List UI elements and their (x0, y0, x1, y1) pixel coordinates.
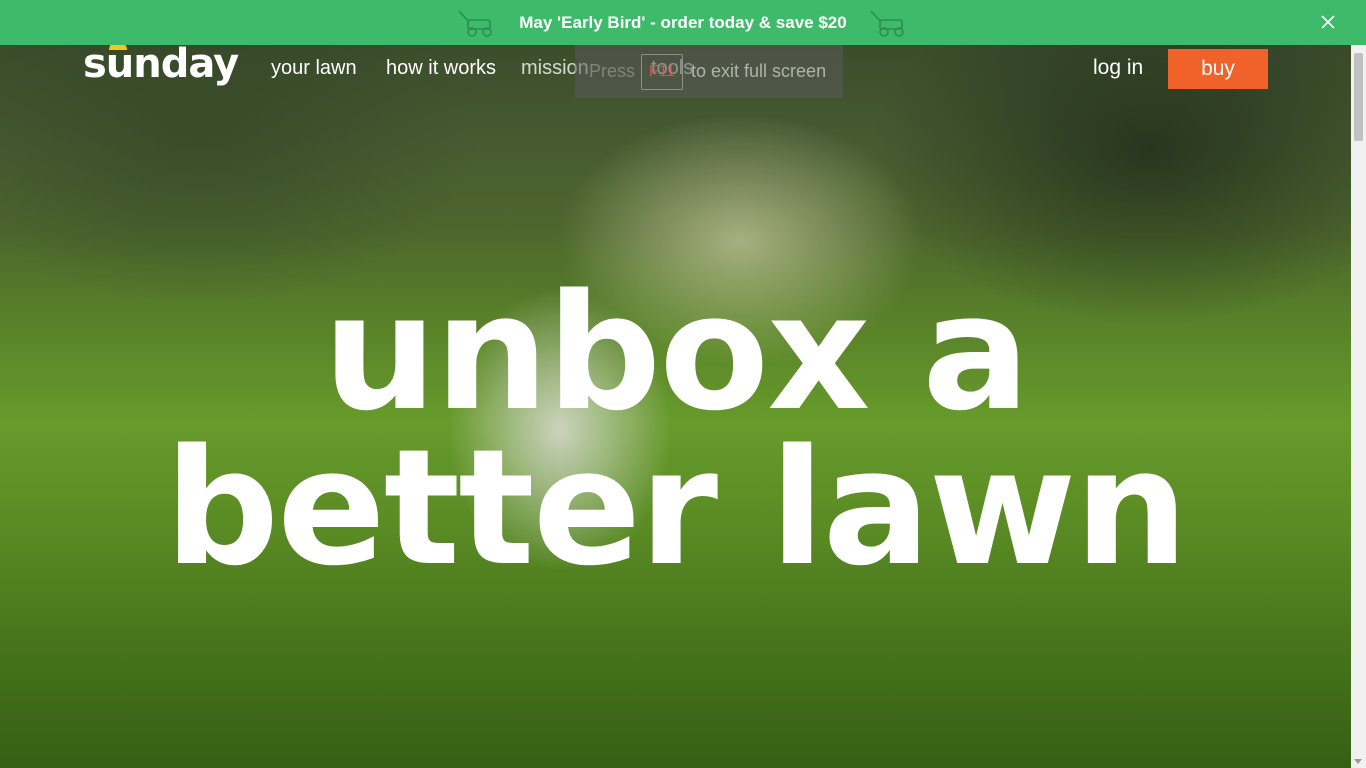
close-icon[interactable] (1320, 14, 1336, 30)
headline-line-1: unbox a (322, 259, 1030, 446)
promo-text[interactable]: May 'Early Bird' - order today & save $2… (519, 13, 846, 33)
promo-banner: May 'Early Bird' - order today & save $2… (0, 0, 1366, 45)
logo-text: sunday (83, 41, 239, 87)
page: May 'Early Bird' - order today & save $2… (0, 0, 1366, 768)
sunday-logo[interactable]: sunday (83, 41, 239, 87)
scroll-down-arrow-icon[interactable] (1354, 759, 1362, 764)
toast-press-text: Press (589, 61, 636, 81)
lawn-mower-icon (458, 9, 493, 37)
nav-link-how-it-works[interactable]: how it works (386, 57, 496, 80)
buy-button[interactable]: buy (1168, 49, 1268, 89)
nav-link-your-lawn[interactable]: your lawn (271, 57, 357, 80)
fullscreen-exit-toast: Press F11 to exit full screen (575, 45, 843, 98)
lawn-mower-icon (870, 9, 904, 37)
hero-headline: unbox a better lawn (0, 259, 1351, 601)
page-scrollbar[interactable] (1351, 45, 1366, 768)
toast-key-badge: F11 (641, 53, 684, 90)
toast-rest-text: to exit full screen (691, 61, 827, 81)
login-link[interactable]: log in (1093, 56, 1143, 80)
scrollbar-thumb[interactable] (1354, 53, 1363, 141)
headline-line-2: better lawn (164, 414, 1189, 601)
